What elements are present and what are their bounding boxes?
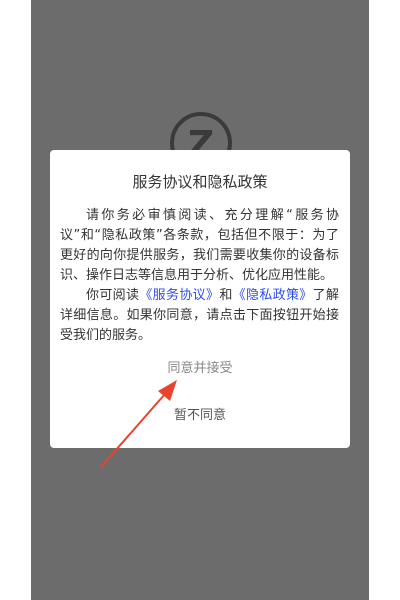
paragraph-2-intro: 你可阅读	[86, 288, 140, 303]
dialog-title: 服务协议和隐私政策	[132, 173, 268, 191]
dialog-paragraph-2: 你可阅读《服务协议》和《隐私政策》了解详细信息。如果你同意，请点击下面按钮开始接…	[60, 286, 339, 346]
privacy-dialog: 服务协议和隐私政策 请你务必审慎阅读、充分理解“服务协议”和“隐私政策”各条款，…	[50, 150, 350, 448]
paragraph-2-and: 和	[219, 288, 233, 303]
decline-button[interactable]: 暂不同意	[50, 405, 350, 427]
privacy-policy-link[interactable]: 《隐私政策》	[233, 288, 313, 303]
dialog-body: 请你务必审慎阅读、充分理解“服务协议”和“隐私政策”各条款，包括但不限于：为了更…	[60, 206, 339, 346]
dialog-paragraph-1: 请你务必审慎阅读、充分理解“服务协议”和“隐私政策”各条款，包括但不限于：为了更…	[60, 208, 339, 283]
service-agreement-link[interactable]: 《服务协议》	[139, 288, 219, 303]
agree-button[interactable]: 同意并接受	[50, 358, 350, 380]
